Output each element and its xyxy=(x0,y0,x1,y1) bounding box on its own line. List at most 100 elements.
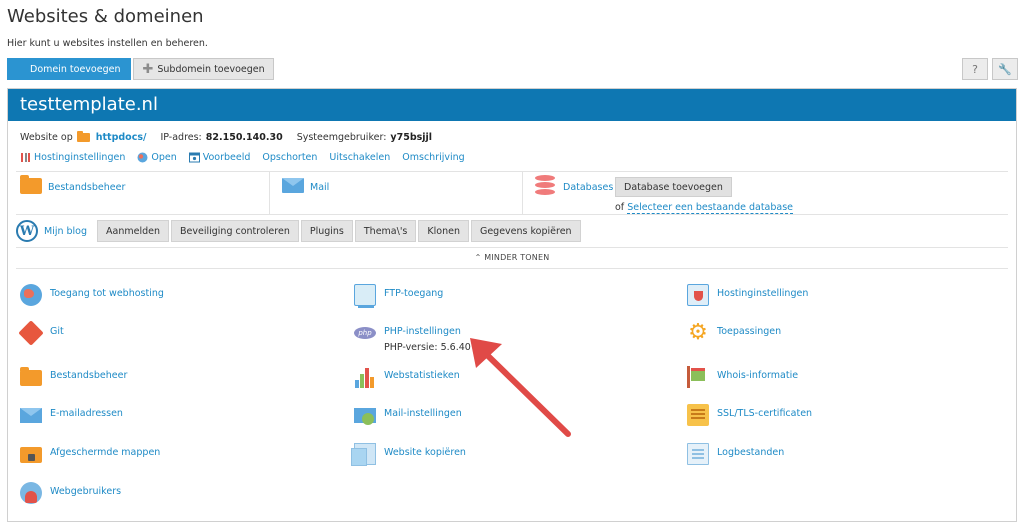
mail-icon xyxy=(20,408,42,423)
add-database-button[interactable]: Database toevoegen xyxy=(615,177,732,197)
feature-label: Website kopiëren xyxy=(384,447,466,458)
mail-icon xyxy=(282,178,304,193)
flag-icon xyxy=(687,366,709,388)
tile-file-manager[interactable]: Bestandsbeheer xyxy=(16,172,269,214)
chevron-up-icon: ⌃ xyxy=(474,253,485,262)
action-disable[interactable]: Uitschakelen xyxy=(329,152,390,163)
action-description[interactable]: Omschrijving xyxy=(402,152,464,163)
my-blog-link[interactable]: Mijn blog xyxy=(44,226,87,237)
php-version-value: 5.6.40 xyxy=(440,342,471,353)
wrench-icon: 🔧 xyxy=(998,62,1012,76)
ip-label: IP-adres: xyxy=(160,132,202,143)
select-database-link[interactable]: Selecteer een bestaande database xyxy=(627,202,794,214)
blog-security-button[interactable]: Beveiliging controleren xyxy=(171,220,299,242)
action-hosting-settings[interactable]: Hostinginstellingen xyxy=(20,152,125,163)
help-button[interactable]: ? xyxy=(962,58,988,80)
preview-icon xyxy=(188,152,200,163)
action-open[interactable]: Open xyxy=(137,152,177,163)
folder-icon xyxy=(20,175,42,194)
blog-clone-button[interactable]: Klonen xyxy=(418,220,469,242)
blog-plugins-button[interactable]: Plugins xyxy=(300,220,353,242)
log-file-icon xyxy=(687,443,709,465)
domain-name[interactable]: testtemplate.nl xyxy=(8,89,1016,121)
action-label: Opschorten xyxy=(262,152,318,163)
feature-ftp-access[interactable]: FTP-toegang xyxy=(354,284,444,308)
gear-icon: ⚙ xyxy=(688,320,708,345)
action-label: Voorbeeld xyxy=(202,152,251,163)
php-version-label: PHP-versie: xyxy=(384,342,438,353)
ip-value: 82.150.140.30 xyxy=(205,132,283,143)
sysuser-value: y75bsjjl xyxy=(390,132,433,143)
add-domain-button[interactable]: Domein toevoegen xyxy=(7,58,132,80)
feature-label: SSL/TLS-certificaten xyxy=(717,408,813,419)
add-subdomain-label: Subdomein toevoegen xyxy=(157,63,265,75)
tile-file-manager-label: Bestandsbeheer xyxy=(48,182,126,193)
feature-file-manager[interactable]: Bestandsbeheer xyxy=(20,366,127,386)
show-less-toggle[interactable]: ⌃ MINDER TONEN xyxy=(16,247,1008,269)
toolbar: Domein toevoegen ✚ Subdomein toevoegen xyxy=(7,58,274,80)
docroot-link[interactable]: httpdocs/ xyxy=(96,132,147,143)
feature-email-addresses[interactable]: E-mailadressen xyxy=(20,404,123,423)
copy-icon xyxy=(351,443,376,466)
feature-label: Whois-informatie xyxy=(717,370,799,381)
action-label: Open xyxy=(151,152,177,163)
feature-web-statistics[interactable]: Webstatistieken xyxy=(354,366,460,388)
databases-link[interactable]: Databases xyxy=(563,182,613,193)
php-icon: php xyxy=(354,327,376,339)
action-label: Uitschakelen xyxy=(329,152,391,163)
feature-applications[interactable]: ⚙ Toepassingen xyxy=(687,322,781,344)
bar-chart-icon xyxy=(354,366,376,388)
page-title: Websites & domeinen xyxy=(7,6,204,27)
feature-mail-settings[interactable]: Mail-instellingen xyxy=(354,404,462,425)
blog-copy-data-button[interactable]: Gegevens kopiëren xyxy=(470,220,581,242)
or-label: of xyxy=(615,202,625,213)
feature-label: Hostinginstellingen xyxy=(717,288,809,299)
wordpress-icon: W xyxy=(16,220,38,242)
wrench-button[interactable]: 🔧 xyxy=(992,58,1018,80)
feature-label: Git xyxy=(50,326,64,337)
domain-actions: Hostinginstellingen Open Voorbeeld Opsch… xyxy=(20,152,465,163)
feature-label: Webgebruikers xyxy=(50,486,122,497)
feature-whois[interactable]: Whois-informatie xyxy=(687,366,798,388)
mail-settings-icon xyxy=(354,408,376,425)
feature-log-files[interactable]: Logbestanden xyxy=(687,443,784,465)
feature-web-users[interactable]: Webgebruikers xyxy=(20,482,121,504)
certificate-icon xyxy=(687,404,709,426)
action-preview[interactable]: Voorbeeld xyxy=(188,152,251,163)
php-text: PHP-instellingen PHP-versie: 5.6.40 xyxy=(384,322,471,353)
feature-copy-website[interactable]: Website kopiëren xyxy=(351,443,466,466)
action-label: Omschrijving xyxy=(402,152,465,163)
feature-webhosting-access[interactable]: Toegang tot webhosting xyxy=(20,284,164,306)
show-less-label: MINDER TONEN xyxy=(484,253,550,262)
php-version: PHP-versie: 5.6.40 xyxy=(384,342,471,353)
git-icon xyxy=(18,320,44,346)
feature-git[interactable]: Git xyxy=(18,320,64,346)
feature-label: FTP-toegang xyxy=(384,288,444,299)
action-suspend[interactable]: Opschorten xyxy=(262,152,317,163)
feature-php-settings[interactable]: php PHP-instellingen PHP-versie: 5.6.40 xyxy=(354,322,471,353)
plus-icon: ✚ xyxy=(142,61,154,77)
website-on-label: Website op xyxy=(20,132,73,143)
folder-icon xyxy=(76,131,90,142)
quick-tiles: Bestandsbeheer Mail Databases Database t… xyxy=(16,171,1008,215)
domain-info-row: Website op httpdocs/ IP-adres: 82.150.14… xyxy=(20,131,433,143)
select-database-row: of Selecteer een bestaande database xyxy=(615,202,794,214)
add-subdomain-button[interactable]: ✚ Subdomein toevoegen xyxy=(133,58,274,80)
blog-login-button[interactable]: Aanmelden xyxy=(97,220,170,242)
domain-panel: testtemplate.nl Website op httpdocs/ IP-… xyxy=(7,88,1017,522)
feature-label: Toegang tot webhosting xyxy=(50,288,164,299)
feature-label: Webstatistieken xyxy=(384,370,460,381)
feature-label: Mail-instellingen xyxy=(384,408,462,419)
blog-themes-button[interactable]: Thema\'s xyxy=(354,220,417,242)
feature-ssl-certificates[interactable]: SSL/TLS-certificaten xyxy=(687,404,812,426)
sysuser-label: Systeemgebruiker: xyxy=(296,132,387,143)
feature-label: Bestandsbeheer xyxy=(50,370,128,381)
tile-mail[interactable]: Mail xyxy=(269,172,522,214)
hosting-settings-icon xyxy=(687,284,709,306)
tools-icon xyxy=(21,153,30,162)
feature-protected-folders[interactable]: Afgeschermde mappen xyxy=(20,443,160,463)
locked-folder-icon xyxy=(20,447,42,463)
web-user-icon xyxy=(20,482,42,504)
feature-label: Afgeschermde mappen xyxy=(50,447,161,458)
feature-hosting-settings[interactable]: Hostinginstellingen xyxy=(687,284,808,306)
